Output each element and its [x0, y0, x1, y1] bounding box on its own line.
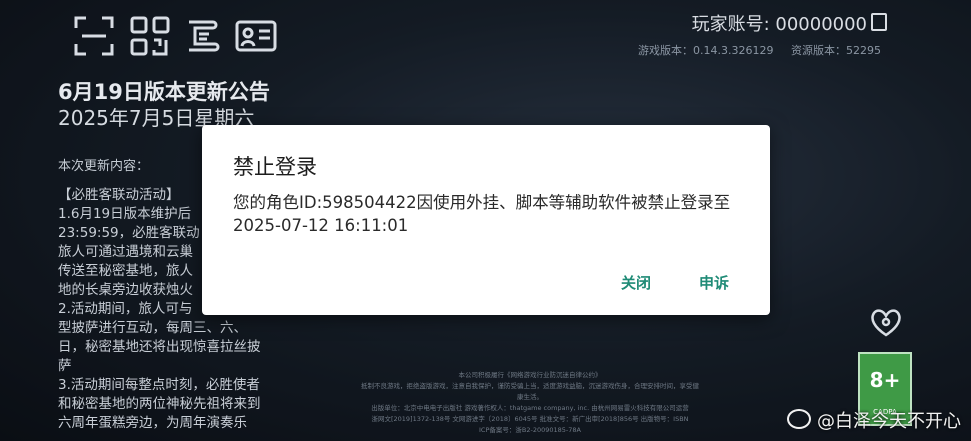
- watermark-text: @白泽今天不开心: [817, 411, 961, 432]
- id-card-icon[interactable]: [234, 14, 278, 58]
- announcement-line: 型披萨进行互动，每周三、六、: [58, 320, 247, 336]
- footer-line: ICP备案号：浙B2-20090185-78A: [479, 426, 581, 434]
- dialog-title: 禁止登录: [233, 155, 317, 179]
- appeal-button[interactable]: 申诉: [699, 272, 729, 293]
- weibo-icon: [787, 409, 811, 429]
- account-id: 玩家账号: 00000000: [692, 10, 887, 36]
- qr-code-icon[interactable]: [128, 14, 172, 58]
- announcement-subtitle: 本次更新内容：: [58, 159, 150, 174]
- heart-logo-icon: [866, 305, 906, 339]
- age-rating: 8+: [869, 368, 901, 392]
- footer-line: 浙网文[2019]1372-138号 文网游进字〔2018〕6045号 批准文号…: [371, 415, 689, 423]
- resource-version: 资源版本：52295: [791, 44, 881, 57]
- announcement-line: 萨: [58, 358, 72, 374]
- account-id-text: 玩家账号: 00000000: [691, 14, 867, 35]
- version-info: 游戏版本：0.14.3.326129 资源版本：52295: [624, 42, 881, 58]
- dialog-message: 您的角色ID:598504422因使用外挂、脚本等辅助软件被禁止登录至2025-…: [233, 193, 731, 235]
- footer-line: 抵制不良游戏，拒绝盗版游戏，注意自我保护，谨防受骗上当，适度游戏益脑，沉迷游戏伤…: [361, 382, 699, 401]
- announcement-line: 六周年蛋糕旁边，为周年演奏乐: [58, 415, 247, 431]
- footer-line: 出版单位：北京中电电子出版社 游戏著作权人：thatgame company, …: [371, 404, 689, 412]
- game-version: 游戏版本：0.14.3.326129: [638, 44, 774, 57]
- scroll-icon[interactable]: [181, 14, 225, 58]
- footer-line: 本公司积极履行《网络游戏行业防沉迷自律公约》: [458, 371, 602, 379]
- legal-footer: 本公司积极履行《网络游戏行业防沉迷自律公约》 抵制不良游戏，拒绝盗版游戏，注意自…: [360, 370, 700, 436]
- announcement-line: 日，秘密基地还将出现惊喜拉丝披: [58, 339, 261, 355]
- watermark: @白泽今天不开心: [787, 407, 961, 433]
- close-button[interactable]: 关闭: [621, 272, 651, 293]
- announcement-line: 和秘密基地的两位神秘先祖将来到: [58, 396, 261, 412]
- scan-icon[interactable]: [72, 14, 116, 58]
- announcement-line: 3.活动期间每整点时刻，必胜使者: [58, 377, 260, 393]
- ban-dialog: 禁止登录 您的角色ID:598504422因使用外挂、脚本等辅助软件被禁止登录至…: [202, 125, 770, 315]
- copy-icon[interactable]: [871, 13, 887, 31]
